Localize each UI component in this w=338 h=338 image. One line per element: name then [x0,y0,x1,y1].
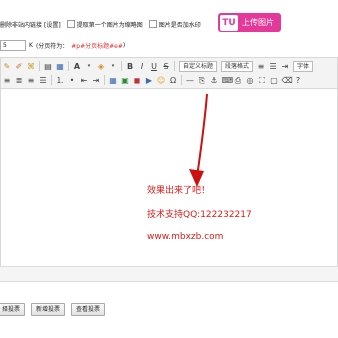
first-image-thumb-checkbox[interactable] [66,20,75,28]
watermark-checkbox[interactable] [148,20,157,28]
vote-buttons-row: 择投票 新增投票 查看投票 [0,303,338,316]
separator [181,75,182,85]
separator [51,75,52,85]
unordered-list-icon[interactable]: • [68,76,77,85]
remove-links-label: 删除非站内链接 [0,21,43,29]
paragraph-format-dropdown[interactable]: 段落格式 [221,60,254,72]
watermark-label: 图片是否加水印 [158,21,201,29]
strikethrough-icon[interactable]: S [162,62,171,71]
source-icon[interactable]: ▦ [56,62,65,71]
preview-icon[interactable]: ◎ [246,76,255,85]
first-image-thumb-label: 提取第一个图片为缩略图 [76,21,143,29]
page-break-icon[interactable]: ⎘ [198,76,207,85]
options-row: 删除非站内链接 [设置] 提取第一个图片为缩略图 图片是否加水印 [0,17,338,31]
underline-icon[interactable]: U [150,62,159,71]
print-icon[interactable]: ⎙ [234,76,243,85]
settings-link[interactable]: [设置] [44,20,61,29]
code-icon[interactable]: ⌨ [222,76,234,85]
separator [39,61,40,71]
outdent-icon[interactable]: ⇤ [80,76,89,85]
anchor-icon[interactable]: ⚓ [210,76,219,85]
ordered-list-icon[interactable]: ⒈ [56,76,65,85]
content-line-3: www.mbxzb.com [147,232,224,242]
clear-format-icon[interactable]: ⌫ [282,76,293,85]
editor-content-area[interactable]: 效果出来了吧！ 技术支持QQ:122232217 www.mbxzb.com [1,89,337,265]
insert-image-icon[interactable]: ▣ [121,76,130,85]
first-image-thumb-option[interactable]: 提取第一个图片为缩略图 [66,20,143,29]
page-break-code: #p#分页标题#e# [71,42,123,50]
separator [174,61,175,71]
align-center-icon[interactable]: ≣ [15,76,24,85]
font-dropdown[interactable]: 字体 [293,60,314,72]
chevron-down-icon[interactable]: ▾ [109,62,118,71]
special-char-icon[interactable]: Ω [169,76,178,85]
background-color-icon[interactable]: ◈ [97,62,106,71]
align-right-icon[interactable]: ≡ [27,76,36,85]
separator [104,75,105,85]
media-icon[interactable]: ▶ [145,76,154,85]
chevron-down-icon[interactable]: ▾ [85,62,94,71]
editor-toolbar: ✎ ✐ ⌘ ▤ ▦ A ▾ ◈ ▾ B I U S 自定义标题 段落格式 ≡ ☰… [1,58,337,89]
toolbar-row-2: ≡ ≣ ≡ ☰ ⒈ • ⇤ ⇥ ▦ ▣ ◼ ▶ ☺ Ω — ⎘ ⚓ ⌨ ⎙ ◎ … [1,73,337,87]
separator [68,61,69,71]
bold-icon[interactable]: B [126,62,135,71]
font-color-icon[interactable]: A [73,62,82,71]
remove-links-option[interactable]: 删除非站内链接 [设置] [0,20,61,29]
align-icon[interactable]: ≡ [257,62,266,71]
upload-image-label: 上传图片 [242,18,274,27]
italic-icon[interactable]: I [138,62,147,71]
justify-icon[interactable]: ☰ [39,76,48,85]
emoticon-icon[interactable]: ☺ [157,76,166,85]
view-vote-button[interactable]: 查看投票 [71,303,106,316]
fullscreen-icon[interactable]: ⛶ [258,76,267,85]
content-line-1: 效果出来了吧！ [147,186,211,196]
table-icon[interactable]: ▦ [109,76,118,85]
paste-word-icon[interactable]: ✎ [3,62,12,71]
content-line-2: 技术支持QQ:122232217 [147,210,252,220]
tu-logo-icon: TU [220,14,238,31]
upload-image-button[interactable]: TU 上传图片 [218,13,281,32]
page-size-unit: K [29,41,33,49]
indent-icon[interactable]: ⇥ [92,76,101,85]
editor-status-bar [0,266,338,282]
image-icon[interactable]: ▤ [44,62,53,71]
select-vote-button[interactable]: 择投票 [0,303,26,316]
flash-icon[interactable]: ◼ [133,76,142,85]
add-vote-button[interactable]: 新增投票 [31,303,66,316]
page-size-input[interactable]: 5 [0,39,26,51]
help-icon[interactable]: ? [294,76,303,85]
indent-icon[interactable]: ⇥ [281,62,290,71]
pagination-row: 5 K (分页符为： #p#分页标题#e# ) [0,39,338,51]
horizontal-rule-icon[interactable]: — [186,76,195,85]
format-brush-icon[interactable]: ✐ [15,62,24,71]
separator [121,61,122,71]
line-height-icon[interactable]: ☰ [269,62,278,71]
page-break-tip-suffix: ) [122,41,126,49]
page-break-tip-prefix: (分页符为： [35,42,69,50]
link-icon[interactable]: ⌘ [27,62,36,71]
toolbar-row-1: ✎ ✐ ⌘ ▤ ▦ A ▾ ◈ ▾ B I U S 自定义标题 段落格式 ≡ ☰… [1,59,337,73]
select-all-icon[interactable]: ▢ [270,76,279,85]
align-left-icon[interactable]: ≡ [3,76,12,85]
watermark-option[interactable]: 图片是否加水印 [148,20,201,29]
custom-title-dropdown[interactable]: 自定义标题 [179,60,218,72]
rich-text-editor: ✎ ✐ ⌘ ▤ ▦ A ▾ ◈ ▾ B I U S 自定义标题 段落格式 ≡ ☰… [0,57,338,267]
